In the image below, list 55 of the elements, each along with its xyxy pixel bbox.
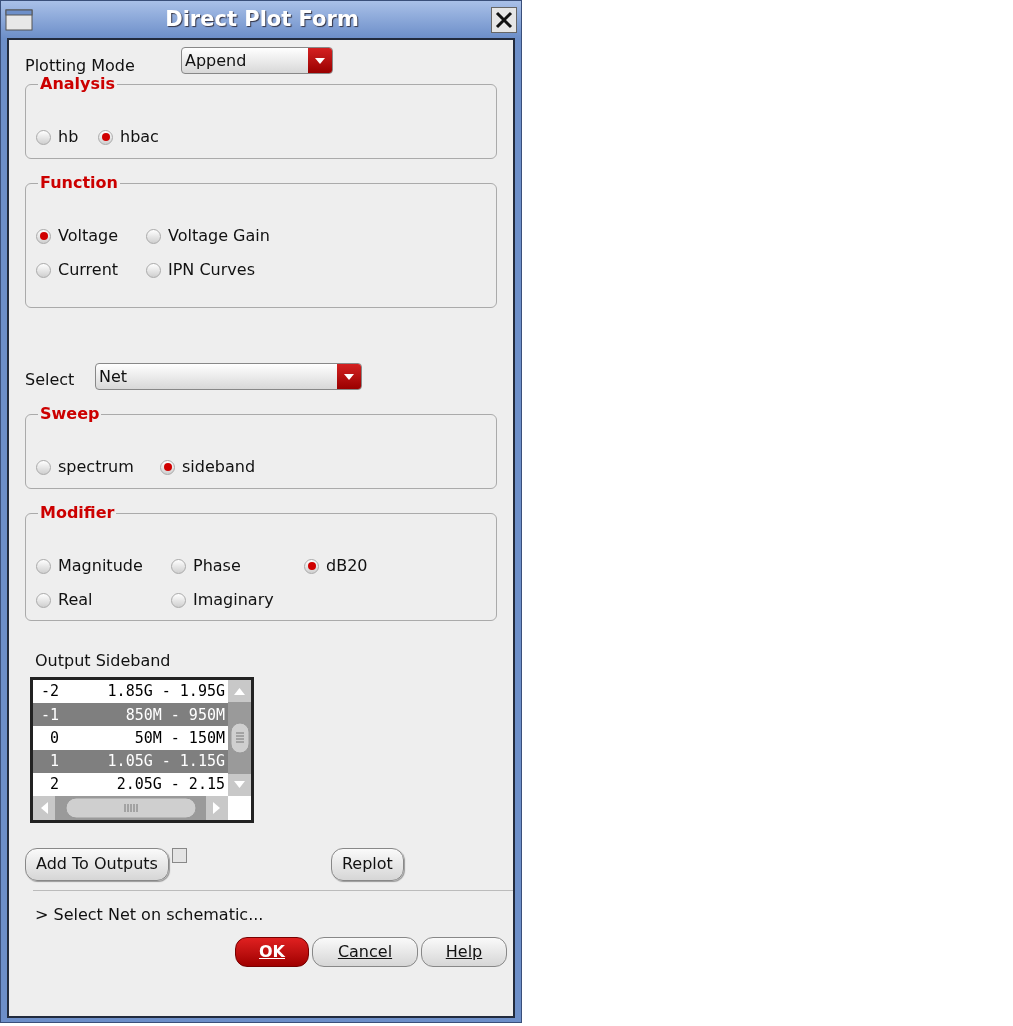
radio-button[interactable] bbox=[146, 228, 161, 244]
output-sideband-label: Output Sideband bbox=[35, 650, 172, 672]
plotting-mode-label: Plotting Mode bbox=[25, 55, 136, 77]
scrollbar-thumb[interactable] bbox=[229, 722, 250, 754]
status-message: > Select Net on schematic... bbox=[35, 904, 265, 926]
option-label: IPN Curves bbox=[168, 259, 255, 281]
list-row[interactable]: -1 850M - 950M bbox=[33, 703, 228, 727]
option-label: dB20 bbox=[326, 555, 368, 577]
dropdown-arrow-icon bbox=[344, 373, 354, 380]
select-dropdown[interactable]: Net bbox=[95, 363, 362, 390]
group-title: Analysis bbox=[38, 75, 117, 93]
vertical-scrollbar[interactable] bbox=[228, 680, 251, 796]
option-label: Voltage bbox=[58, 225, 118, 247]
radio-button[interactable] bbox=[36, 459, 51, 475]
scroll-down-icon[interactable] bbox=[228, 774, 251, 796]
radio-button[interactable] bbox=[160, 459, 175, 475]
checkbox[interactable] bbox=[171, 848, 187, 863]
dialog-button[interactable]: OK bbox=[235, 937, 309, 967]
scrollbar-thumb[interactable] bbox=[64, 797, 197, 819]
dialog-button[interactable]: Help bbox=[421, 937, 507, 967]
window-menu-icon[interactable] bbox=[5, 8, 33, 31]
dropdown-arrow-icon bbox=[315, 57, 325, 64]
horizontal-scrollbar[interactable] bbox=[33, 796, 228, 820]
scroll-right-icon[interactable] bbox=[206, 796, 228, 820]
radio-button[interactable] bbox=[98, 129, 113, 145]
option-label: Real bbox=[58, 589, 93, 611]
radio-button[interactable] bbox=[36, 262, 51, 278]
add-to-outputs-button[interactable]: Add To Outputs bbox=[25, 847, 169, 881]
dialog-button[interactable]: Cancel bbox=[312, 937, 418, 967]
window-title: Direct Plot Form bbox=[165, 5, 359, 33]
scroll-up-icon[interactable] bbox=[228, 680, 251, 702]
radio-button[interactable] bbox=[36, 558, 51, 574]
list-row[interactable]: 1 1.05G - 1.15G bbox=[33, 749, 228, 773]
radio-button[interactable] bbox=[146, 262, 161, 278]
option-label: sideband bbox=[182, 456, 256, 478]
option-label: Magnitude bbox=[58, 555, 143, 577]
radio-button[interactable] bbox=[36, 592, 51, 608]
group-title: Sweep bbox=[38, 405, 102, 423]
option-label: Imaginary bbox=[193, 589, 274, 611]
option-label: hbac bbox=[120, 126, 159, 148]
radio-button[interactable] bbox=[304, 558, 319, 574]
scroll-left-icon[interactable] bbox=[33, 796, 55, 820]
replot-button[interactable]: Replot bbox=[330, 847, 404, 881]
option-label: spectrum bbox=[58, 456, 134, 478]
option-label: hb bbox=[58, 126, 79, 148]
plotting-mode-dropdown[interactable]: Append bbox=[181, 47, 333, 74]
select-label: Select bbox=[25, 369, 76, 391]
radio-button[interactable] bbox=[171, 592, 186, 608]
radio-button[interactable] bbox=[36, 228, 51, 244]
option-label: Phase bbox=[193, 555, 241, 577]
radio-button[interactable] bbox=[171, 558, 186, 574]
option-label: Current bbox=[58, 259, 119, 281]
radio-button[interactable] bbox=[36, 129, 51, 145]
option-label: Voltage Gain bbox=[168, 225, 270, 247]
close-icon[interactable] bbox=[491, 6, 517, 33]
